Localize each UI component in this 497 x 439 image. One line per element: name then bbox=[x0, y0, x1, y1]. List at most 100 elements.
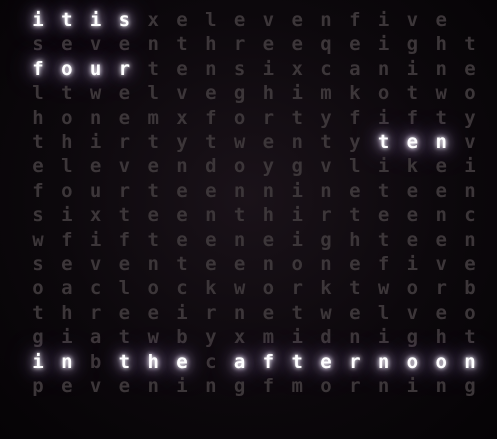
dim-letter: k bbox=[406, 155, 419, 178]
dim-letter: t bbox=[176, 253, 188, 275]
dim-letter: y bbox=[176, 131, 188, 153]
dim-letter: e bbox=[262, 33, 275, 56]
dim-letter: o bbox=[464, 301, 476, 324]
dim-letter: n bbox=[147, 33, 159, 56]
dim-letter: i bbox=[406, 375, 419, 397]
dim-letter: i bbox=[89, 228, 102, 251]
dim-letter: t bbox=[147, 131, 159, 153]
grid-row-10: wfifteeneighteen bbox=[22, 230, 482, 250]
dim-letter: e bbox=[118, 106, 131, 129]
lit-letter: e bbox=[320, 350, 332, 373]
dim-letter: e bbox=[406, 204, 419, 227]
dim-letter: v bbox=[435, 253, 447, 275]
grid-row-2: seventhreeqeight bbox=[22, 34, 482, 54]
lit-letter: r bbox=[349, 350, 361, 373]
dim-letter: n bbox=[291, 131, 303, 153]
dim-letter: i bbox=[291, 82, 303, 105]
dim-letter: l bbox=[349, 155, 361, 178]
dim-letter: o bbox=[320, 375, 332, 397]
dim-letter: e bbox=[176, 204, 188, 227]
lit-letter: i bbox=[89, 9, 102, 31]
dim-letter: w bbox=[435, 82, 447, 105]
lit-letter: t bbox=[377, 131, 390, 153]
dim-letter: n bbox=[377, 57, 390, 80]
dim-letter: e bbox=[406, 228, 419, 251]
dim-letter: e bbox=[349, 301, 361, 324]
dim-letter: n bbox=[205, 375, 217, 397]
dim-letter: f bbox=[349, 9, 361, 31]
dim-letter: r bbox=[89, 301, 102, 324]
grid-row-4: ltwelveghimkotwo bbox=[22, 83, 482, 103]
lit-letter: t bbox=[61, 9, 73, 31]
dim-letter: e bbox=[349, 33, 361, 56]
dim-letter: s bbox=[233, 57, 246, 80]
dim-letter: g bbox=[32, 326, 44, 349]
dim-letter: n bbox=[349, 326, 361, 349]
dim-letter: e bbox=[118, 301, 131, 324]
dim-letter: n bbox=[320, 179, 332, 202]
dim-letter: r bbox=[205, 301, 217, 324]
dim-letter: r bbox=[233, 33, 246, 56]
dim-letter: t bbox=[176, 33, 188, 56]
dim-letter: t bbox=[118, 204, 131, 227]
lit-letter: t bbox=[118, 350, 131, 373]
dim-letter: o bbox=[61, 106, 73, 129]
dim-letter: e bbox=[176, 9, 188, 31]
dim-letter: o bbox=[377, 82, 390, 105]
dim-letter: s bbox=[32, 204, 44, 227]
dim-letter: g bbox=[233, 375, 246, 397]
dim-letter: e bbox=[118, 33, 131, 56]
dim-letter: t bbox=[377, 179, 390, 202]
dim-letter: e bbox=[291, 9, 303, 31]
dim-letter: n bbox=[435, 57, 447, 80]
dim-letter: e bbox=[205, 82, 217, 105]
dim-letter: u bbox=[89, 179, 102, 202]
dim-letter: n bbox=[320, 253, 332, 275]
dim-letter: i bbox=[377, 106, 390, 129]
dim-letter: h bbox=[205, 33, 217, 56]
dim-letter: t bbox=[147, 179, 159, 202]
dim-letter: l bbox=[377, 301, 390, 324]
dim-letter: o bbox=[262, 277, 275, 300]
dim-letter: k bbox=[349, 82, 361, 105]
dim-letter: f bbox=[262, 375, 275, 397]
dim-letter: b bbox=[176, 326, 188, 349]
dim-letter: t bbox=[320, 131, 332, 153]
dim-letter: n bbox=[205, 57, 217, 80]
dim-letter: r bbox=[435, 277, 447, 300]
dim-letter: w bbox=[233, 277, 246, 300]
dim-letter: t bbox=[291, 106, 303, 129]
dim-letter: x bbox=[89, 204, 102, 227]
dim-letter: t bbox=[118, 326, 131, 349]
grid-row-14: giatwbyxmidnight bbox=[22, 327, 482, 347]
dim-letter: h bbox=[435, 326, 447, 349]
dim-letter: y bbox=[464, 106, 476, 129]
lit-letter: t bbox=[291, 350, 303, 373]
dim-letter: t bbox=[233, 204, 246, 227]
dim-letter: e bbox=[147, 204, 159, 227]
dim-letter: t bbox=[291, 301, 303, 324]
grid-row-3: fourtensixcanine bbox=[22, 59, 482, 79]
dim-letter: n bbox=[233, 301, 246, 324]
dim-letter: i bbox=[377, 9, 390, 31]
dim-letter: t bbox=[32, 131, 44, 153]
dim-letter: p bbox=[32, 375, 44, 397]
lit-letter: n bbox=[464, 350, 476, 373]
dim-letter: e bbox=[349, 179, 361, 202]
dim-letter: c bbox=[320, 57, 332, 80]
dim-letter: e bbox=[406, 179, 419, 202]
dim-letter: m bbox=[291, 375, 303, 397]
dim-letter: c bbox=[205, 350, 217, 373]
grid-row-5: honemxfortyfifty bbox=[22, 108, 482, 128]
dim-letter: f bbox=[118, 228, 131, 251]
dim-letter: v bbox=[89, 375, 102, 397]
dim-letter: m bbox=[320, 82, 332, 105]
dim-letter: e bbox=[205, 253, 217, 275]
dim-letter: n bbox=[464, 179, 476, 202]
dim-letter: v bbox=[406, 301, 419, 324]
dim-letter: e bbox=[118, 375, 131, 397]
dim-letter: q bbox=[320, 33, 332, 56]
dim-letter: s bbox=[32, 253, 44, 275]
dim-letter: r bbox=[291, 277, 303, 300]
dim-letter: e bbox=[147, 155, 159, 178]
